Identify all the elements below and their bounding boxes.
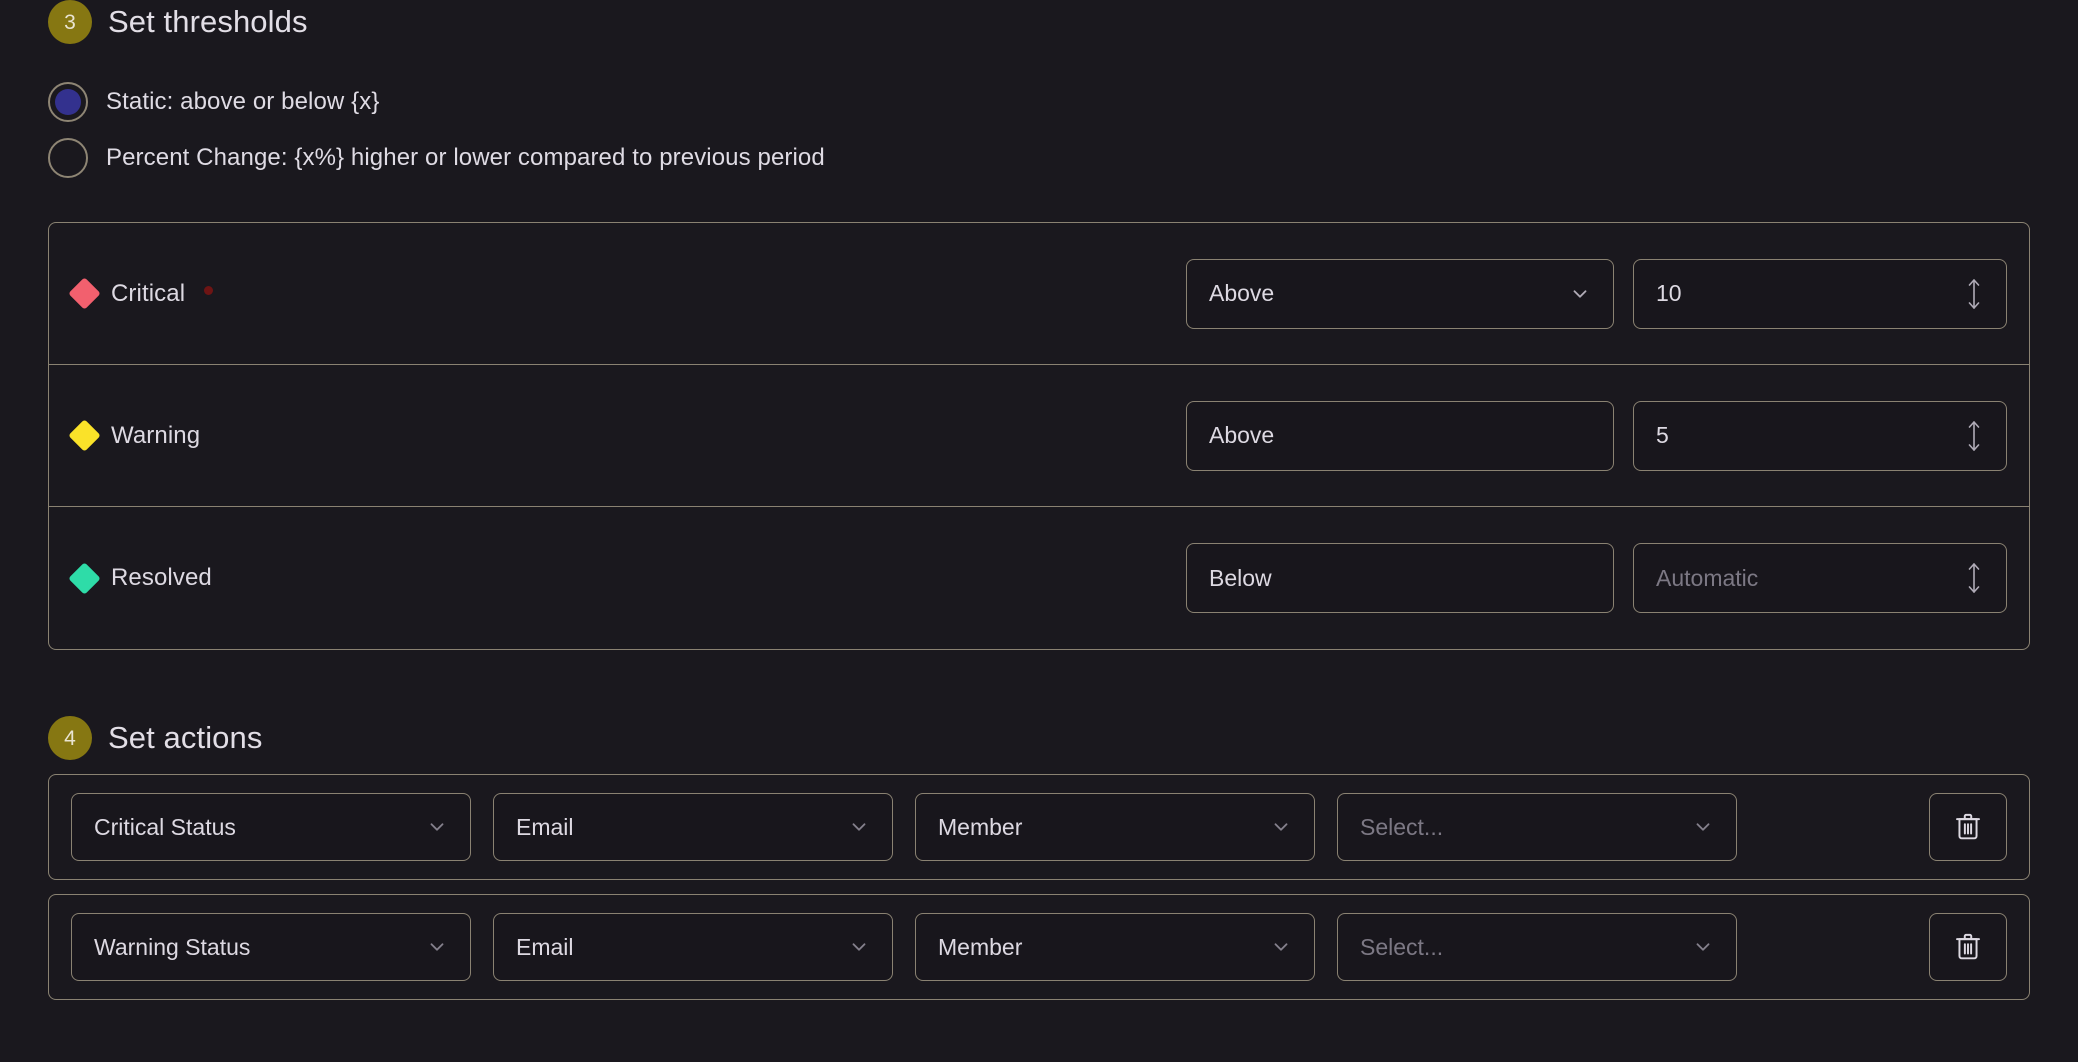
- chevron-down-icon: [852, 943, 866, 951]
- threshold-row-critical: Critical Above 10: [49, 223, 2029, 365]
- chevron-down-icon: [1274, 823, 1288, 831]
- stepper-updown-icon[interactable]: [1964, 277, 1984, 311]
- chevron-down-icon: [1274, 943, 1288, 951]
- threshold-name-warning: Warning: [111, 421, 201, 449]
- threshold-label-warning: Warning: [68, 419, 1186, 452]
- action-channel-value: Email: [516, 933, 574, 960]
- page-title: Set thresholds: [108, 4, 308, 39]
- critical-threshold-value: 10: [1656, 280, 1682, 306]
- trash-icon: [1956, 933, 1980, 960]
- action-target-type-select[interactable]: Member: [915, 913, 1315, 981]
- warning-threshold-value: 5: [1656, 422, 1669, 448]
- action-channel-value: Email: [516, 813, 574, 840]
- radio-option-static[interactable]: Static: above or below {x}: [48, 74, 2030, 130]
- resolved-comparison-value: Below: [1209, 564, 1272, 591]
- warning-comparison-value: Above: [1209, 422, 1275, 448]
- action-row: Critical Status Email Member Select...: [48, 774, 2030, 880]
- chevron-down-icon: [430, 823, 444, 831]
- warning-threshold-input[interactable]: 5: [1633, 400, 2007, 471]
- action-channel-select[interactable]: Email: [493, 793, 893, 861]
- action-trigger-select[interactable]: Critical Status: [71, 793, 471, 861]
- action-trigger-value: Warning Status: [94, 933, 251, 960]
- action-target-type-select[interactable]: Member: [915, 793, 1315, 861]
- action-target-type-value: Member: [938, 813, 1023, 840]
- resolved-comparison-select: Below: [1186, 543, 1614, 613]
- warning-diamond-icon: [68, 419, 101, 452]
- radio-static-label: Static: above or below {x}: [106, 88, 380, 115]
- set-actions-title: Set actions: [108, 720, 263, 755]
- warning-comparison-select: Above: [1186, 400, 1614, 471]
- critical-threshold-input[interactable]: 10: [1633, 258, 2007, 329]
- chevron-down-icon: [430, 943, 444, 951]
- chevron-down-icon: [1696, 823, 1710, 831]
- alert-rule-form: 3 Set thresholds Static: above or below …: [0, 0, 2078, 1062]
- critical-diamond-icon: [68, 277, 101, 310]
- radio-static-icon[interactable]: [48, 82, 88, 122]
- stepper-updown-icon[interactable]: [1964, 419, 1984, 453]
- threshold-name-critical: Critical: [111, 279, 186, 307]
- resolved-diamond-icon: [68, 561, 101, 595]
- set-thresholds-heading: 3 Set thresholds: [48, 0, 2030, 44]
- trash-icon: [1956, 813, 1980, 840]
- action-target-value: Select...: [1360, 933, 1444, 960]
- resolved-threshold-input[interactable]: Automatic: [1633, 543, 2007, 613]
- stepper-updown-icon[interactable]: [1964, 561, 1984, 595]
- step-number-badge: 3: [48, 0, 92, 44]
- thresholds-card: Critical Above 10 Warning Above 5 Resolv…: [48, 222, 2030, 650]
- action-target-select[interactable]: Select...: [1337, 793, 1737, 861]
- action-channel-select[interactable]: Email: [493, 913, 893, 981]
- delete-action-button[interactable]: [1929, 793, 2007, 861]
- threshold-name-resolved: Resolved: [111, 564, 212, 591]
- chevron-down-icon: [852, 823, 866, 831]
- threshold-label-resolved: Resolved: [68, 561, 1186, 595]
- threshold-type-radio-group: Static: above or below {x} Percent Chang…: [48, 74, 2030, 186]
- action-rows-list: Critical Status Email Member Select... W…: [48, 774, 2030, 1000]
- required-indicator-dot: [204, 285, 214, 295]
- critical-comparison-select[interactable]: Above: [1186, 258, 1614, 329]
- radio-percent-change-label: Percent Change: {x%} higher or lower com…: [106, 144, 825, 171]
- chevron-down-icon: [1573, 289, 1587, 298]
- action-target-value: Select...: [1360, 813, 1444, 840]
- set-actions-heading: 4 Set actions: [48, 716, 2030, 760]
- threshold-label-critical: Critical: [68, 277, 1186, 310]
- radio-percent-change-icon[interactable]: [48, 138, 88, 178]
- action-row: Warning Status Email Member Select...: [48, 894, 2030, 1000]
- chevron-down-icon: [1696, 943, 1710, 951]
- threshold-row-warning: Warning Above 5: [49, 365, 2029, 507]
- radio-option-percent-change[interactable]: Percent Change: {x%} higher or lower com…: [48, 130, 2030, 186]
- threshold-row-resolved: Resolved Below Automatic: [49, 507, 2029, 649]
- action-target-select[interactable]: Select...: [1337, 913, 1737, 981]
- action-trigger-select[interactable]: Warning Status: [71, 913, 471, 981]
- resolved-threshold-value: Automatic: [1656, 564, 1759, 591]
- action-trigger-value: Critical Status: [94, 813, 236, 840]
- delete-action-button[interactable]: [1929, 913, 2007, 981]
- step-number-badge: 4: [48, 716, 92, 760]
- action-target-type-value: Member: [938, 933, 1023, 960]
- critical-comparison-value: Above: [1209, 280, 1275, 306]
